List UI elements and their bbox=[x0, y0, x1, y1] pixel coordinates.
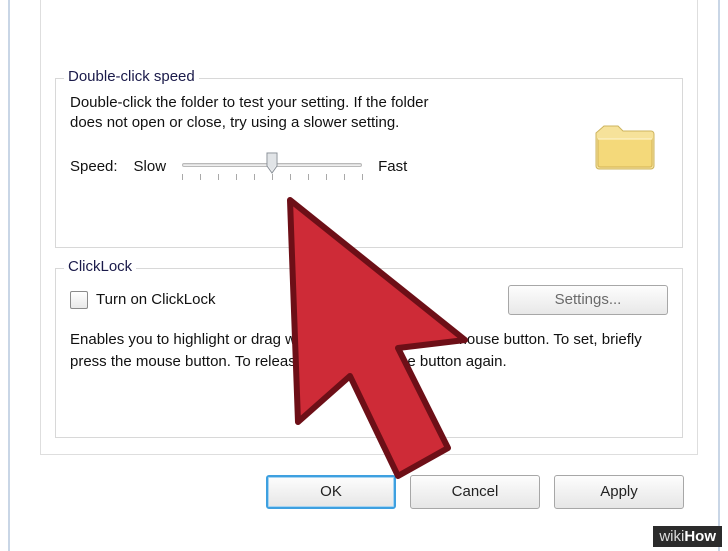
group-legend-speed: Double-click speed bbox=[64, 68, 199, 85]
apply-button[interactable]: Apply bbox=[554, 475, 684, 509]
slider-thumb-icon[interactable] bbox=[266, 152, 278, 174]
checkbox-box bbox=[70, 291, 88, 309]
watermark-prefix: wiki bbox=[659, 528, 684, 545]
wikihow-watermark: wikiHow bbox=[653, 526, 722, 547]
checkbox-label: Turn on ClickLock bbox=[96, 290, 216, 310]
clicklock-description: Enables you to highlight or drag without… bbox=[70, 329, 668, 373]
mouse-properties-panel: Double-click speed Double-click the fold… bbox=[40, 0, 698, 455]
watermark-suffix: How bbox=[684, 528, 716, 545]
turn-on-clicklock-checkbox[interactable]: Turn on ClickLock bbox=[70, 290, 216, 310]
cancel-button[interactable]: Cancel bbox=[410, 475, 540, 509]
speed-slow-label: Slow bbox=[134, 157, 167, 177]
double-click-speed-slider[interactable] bbox=[182, 154, 362, 182]
speed-fast-label: Fast bbox=[378, 157, 407, 177]
clicklock-settings-button[interactable]: Settings... bbox=[508, 285, 668, 315]
slider-ticks bbox=[182, 174, 362, 180]
folder-icon[interactable] bbox=[592, 121, 658, 177]
dialog-button-row: OK Cancel Apply bbox=[40, 470, 698, 514]
speed-label: Speed: bbox=[70, 157, 118, 177]
double-click-speed-group: Double-click speed Double-click the fold… bbox=[55, 78, 683, 248]
clicklock-group: ClickLock Turn on ClickLock Settings... … bbox=[55, 268, 683, 438]
speed-help-text: Double-click the folder to test your set… bbox=[70, 89, 460, 134]
group-legend-clicklock: ClickLock bbox=[64, 258, 136, 275]
ok-button[interactable]: OK bbox=[266, 475, 396, 509]
